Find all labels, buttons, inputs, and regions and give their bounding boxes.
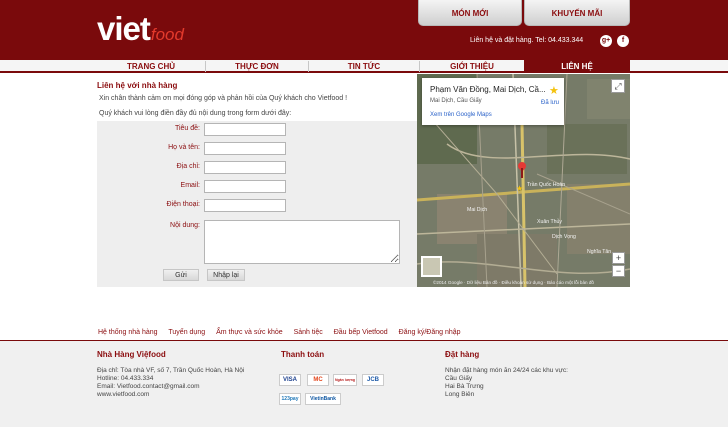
footer-links: Hệ thống nhà hàng Tuyển dụng Ẩm thực và … [98,329,470,336]
star-icon[interactable]: ★ [549,84,559,97]
address-label: Địa chỉ: [176,163,200,170]
contact-form: Tiêu đề: Họ và tên: Địa chỉ: Email: Điện… [97,121,417,287]
google-map[interactable]: Trần Quốc Hoàn Xuân Thủy Mai Dịch Dịch V… [417,74,630,287]
footer-hotline: Hotline: 04.433.334 [97,375,154,382]
map-type-thumbnail[interactable] [421,256,442,277]
vietfood-logo[interactable]: vietfood [97,12,184,46]
area-label: Dịch Vọng [552,234,576,240]
footer-order-note: Nhận đặt hàng món ăn 24/24 các khu vực: [445,367,568,374]
nav-about[interactable]: GIỚI THIỆU [420,60,524,73]
footer-address: Địa chỉ: Tòa nhà VF, số 7, Trần Quốc Hoà… [97,367,245,374]
footer-order-title: Đặt hàng [445,350,480,359]
main-nav: TRANG CHỦ THỰC ĐƠN TIN TỨC GIỚI THIỆU LI… [0,60,728,73]
logo-sub: food [150,25,184,44]
area-label: Mai Dịch [467,207,488,213]
zoom-out-button[interactable]: − [612,265,625,277]
map-attribution: ©2014 Google · Dữ liệu Bản đồ · Điều kho… [433,280,594,285]
footer-link-health[interactable]: Ẩm thực và sức khỏe [216,329,283,336]
nganluong-icon: Ngân lượng [333,374,357,386]
footer-area-long-bien: Long Biên [445,391,475,398]
address-input[interactable] [204,161,286,174]
zoom-in-button[interactable]: + [612,252,625,264]
phone-label: Điện thoại: [166,201,200,208]
footer-area-hai-ba-trung: Hai Bà Trưng [445,383,484,390]
area-label: Nghĩa Tân [587,249,612,255]
name-label: Họ và tên: [168,144,200,151]
street-label: Xuân Thủy [537,219,562,225]
footer-payment-title: Thanh toán [281,350,325,359]
footer-website[interactable]: www.vietfood.com [97,391,149,399]
footer-link-banquet[interactable]: Sảnh tiệc [294,329,323,336]
footer-link-restaurants[interactable]: Hệ thống nhà hàng [98,329,158,336]
street-label: Trần Quốc Hoàn [527,182,566,188]
footer-link-careers[interactable]: Tuyển dụng [168,329,205,336]
tab-new-dishes[interactable]: MÓN MỚI [418,0,522,26]
contact-section: Liên hệ với nhà hàng Xin chân thành cảm … [97,74,417,287]
site-header: vietfood MÓN MỚI KHUYẾN MÃI Liên hệ và đ… [0,0,728,61]
nav-home[interactable]: TRANG CHỦ [97,60,205,73]
view-on-google-maps-link[interactable]: Xem trên Google Maps [430,112,492,118]
title-input[interactable] [204,123,286,136]
nav-contact[interactable]: LIÊN HỆ [524,60,630,73]
saved-label: Đã lưu [541,100,560,106]
email-input[interactable] [204,180,286,193]
logo-main: viet [97,10,151,47]
header-contact: Liên hệ và đặt hàng. Tel: 04.433.344 [470,37,584,44]
phone-input[interactable] [204,199,286,212]
jcb-icon: JCB [362,374,384,386]
footer-restaurant-title: Nhà Hàng Việfood [97,350,166,359]
contact-intro: Xin chân thành cảm ơn mọi đóng góp và ph… [99,95,348,102]
fullscreen-icon[interactable]: ⤢ [611,79,625,93]
map-pin-stem [521,168,523,178]
title-label: Tiêu đề: [174,125,200,132]
reset-button[interactable]: Nhập lại [207,269,245,281]
footer-area-cau-giay: Cầu Giấy [445,375,473,382]
mastercard-icon: MC [307,374,329,386]
site-footer: Nhà Hàng Việfood Địa chỉ: Tòa nhà VF, số… [0,341,728,427]
visa-icon: VISA [279,374,301,386]
footer-link-chefs[interactable]: Đầu bếp Vietfood [334,329,388,336]
nav-news[interactable]: TIN TỨC [309,60,419,73]
map-place-area: Mai Dịch, Cầu Giấy [430,98,482,104]
send-button[interactable]: Gửi [163,269,199,281]
tab-promotions[interactable]: KHUYẾN MÃI [524,0,630,26]
footer-email[interactable]: Email: Vietfood.contact@gmail.com [97,383,200,391]
facebook-icon[interactable]: f [617,35,629,47]
message-label: Nội dung: [170,222,200,229]
vietinbank-icon: VietinBank [305,393,341,405]
message-textarea[interactable] [204,220,400,264]
footer-link-login[interactable]: Đăng ký/Đăng nhập [399,329,461,336]
123pay-icon: 123pay [279,393,301,405]
contact-title: Liên hệ với nhà hàng [97,81,178,90]
nav-menu[interactable]: THỰC ĐƠN [206,60,308,73]
name-input[interactable] [204,142,286,155]
saved-star-icon: ★ [516,184,524,193]
map-info-card: Phạm Văn Đồng, Mai Dịch, Cầ... Mai Dịch,… [422,78,564,125]
google-plus-icon[interactable]: g+ [600,35,612,47]
contact-instruction: Quý khách vui lòng điền đầy đủ nội dung … [99,110,292,117]
email-label: Email: [180,182,200,189]
map-place-name: Phạm Văn Đồng, Mai Dịch, Cầ... [430,85,546,94]
